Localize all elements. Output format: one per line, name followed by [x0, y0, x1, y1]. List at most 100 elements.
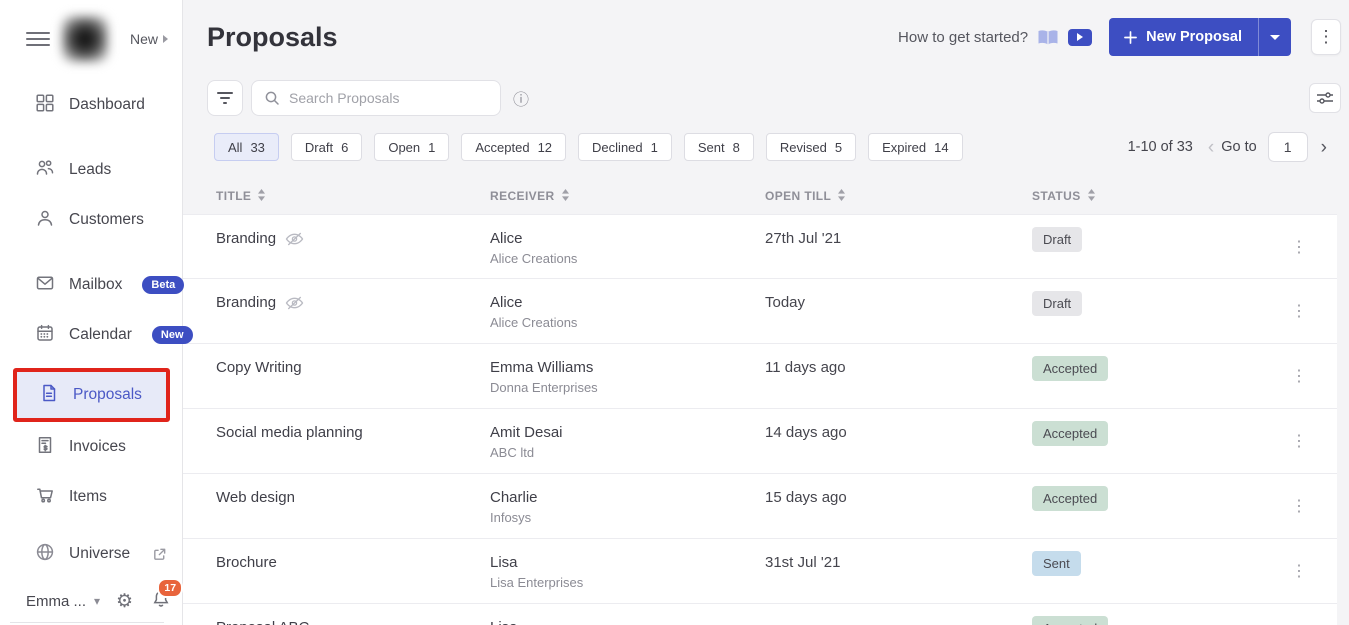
receiver-name: Lisa	[490, 618, 765, 625]
column-header-receiver[interactable]: RECEIVER	[490, 189, 765, 204]
invoices-icon	[35, 435, 55, 460]
pagination-next-icon[interactable]: ›	[1321, 138, 1327, 157]
row-kebab-menu[interactable]: ⋮	[1275, 561, 1323, 581]
goto-page-input[interactable]	[1268, 132, 1308, 162]
table-settings-button[interactable]	[1309, 83, 1341, 113]
status-badge: Accepted	[1032, 616, 1108, 625]
sort-icon	[561, 189, 570, 204]
filter-chip-count: 33	[250, 140, 264, 155]
row-kebab-menu[interactable]: ⋮	[1275, 431, 1323, 451]
chevron-down-icon[interactable]: ▾	[94, 594, 100, 608]
filter-chip-count: 5	[835, 140, 842, 155]
pagination-prev-icon[interactable]: ‹	[1208, 138, 1214, 157]
row-kebab-menu[interactable]: ⋮	[1275, 301, 1323, 321]
status-badge: Accepted	[1032, 421, 1108, 446]
filter-chip[interactable]: Expired 14	[868, 133, 963, 161]
column-header-open-till[interactable]: OPEN TILL	[765, 189, 1032, 204]
filter-chip[interactable]: Open 1	[374, 133, 449, 161]
row-kebab-menu[interactable]: ⋮	[1275, 366, 1323, 386]
sidebar-divider	[10, 622, 164, 623]
table-row[interactable]: Social media planning Amit Desai ABC ltd…	[183, 409, 1337, 474]
row-kebab-menu[interactable]: ⋮	[1275, 237, 1323, 257]
filter-chip-label: Open	[388, 140, 420, 155]
sidebar-item-invoices[interactable]: Invoices	[0, 422, 182, 472]
filter-button[interactable]	[207, 80, 243, 116]
filter-chip[interactable]: Declined 1	[578, 133, 672, 161]
guide-book-icon[interactable]	[1037, 29, 1059, 46]
sidebar-item-mailbox[interactable]: Mailbox Beta	[0, 260, 182, 310]
sort-icon	[1087, 189, 1096, 204]
sidebar-item-label: Proposals	[73, 386, 142, 404]
open-till-value: Today	[765, 279, 1032, 343]
status-badge: Accepted	[1032, 486, 1108, 511]
filter-chip-count: 1	[651, 140, 658, 155]
new-proposal-button[interactable]: New Proposal	[1109, 18, 1258, 56]
table-row[interactable]: Copy Writing Emma Williams Donna Enterpr…	[183, 344, 1337, 409]
table-row[interactable]: Branding Alice Alice Creations 27th Jul …	[183, 214, 1337, 279]
globe-icon	[35, 542, 55, 567]
receiver-company: Donna Enterprises	[490, 380, 765, 396]
search-input[interactable]	[289, 90, 488, 106]
filter-chip-label: Accepted	[475, 140, 529, 155]
column-header-status[interactable]: STATUS	[1032, 189, 1275, 204]
new-proposal-split-button: New Proposal	[1109, 18, 1291, 56]
filter-chip-label: Sent	[698, 140, 725, 155]
row-kebab-menu[interactable]: ⋮	[1275, 496, 1323, 516]
sidebar-item-calendar[interactable]: Calendar New	[0, 310, 182, 360]
proposals-table: TITLE RECEIVER OPEN TILL STATUS Branding	[183, 178, 1337, 625]
new-proposal-dropdown-button[interactable]	[1258, 18, 1291, 56]
receiver-company: Infosys	[490, 510, 765, 526]
filter-chip[interactable]: Sent 8	[684, 133, 754, 161]
filter-chip[interactable]: All 33	[214, 133, 279, 161]
filter-chip[interactable]: Revised 5	[766, 133, 856, 161]
sidebar-item-label: Invoices	[69, 438, 126, 456]
sidebar-item-leads[interactable]: Leads	[0, 145, 182, 195]
mailbox-icon	[35, 273, 55, 298]
table-row[interactable]: Proposal ABC Lisa Accepted ⋮	[183, 604, 1337, 625]
filter-chip-count: 14	[934, 140, 948, 155]
sidebar-item-dashboard[interactable]: Dashboard	[0, 80, 182, 130]
info-icon[interactable]: ⓘ	[513, 86, 529, 110]
filter-chip-label: Draft	[305, 140, 333, 155]
table-body: Branding Alice Alice Creations 27th Jul …	[183, 214, 1337, 625]
video-play-icon[interactable]	[1068, 29, 1092, 46]
sidebar-item-proposals[interactable]: Proposals	[13, 368, 170, 422]
filter-chip[interactable]: Draft 6	[291, 133, 362, 161]
column-header-title[interactable]: TITLE	[216, 189, 490, 204]
sidebar-item-label: Calendar	[69, 326, 132, 344]
hamburger-menu-icon[interactable]	[26, 32, 50, 46]
table-row[interactable]: Web design Charlie Infosys 15 days ago A…	[183, 474, 1337, 539]
header-kebab-menu-button[interactable]: ⋮	[1311, 19, 1341, 55]
table-row[interactable]: Branding Alice Alice Creations Today Dra…	[183, 279, 1337, 344]
column-label: STATUS	[1032, 189, 1081, 203]
open-till-value: 15 days ago	[765, 474, 1032, 538]
bell-icon[interactable]: 17	[151, 589, 171, 613]
customers-icon	[35, 208, 55, 233]
gear-icon[interactable]: ⚙	[116, 592, 133, 611]
table-row[interactable]: Brochure Lisa Lisa Enterprises 31st Jul …	[183, 539, 1337, 604]
receiver-company: ABC ltd	[490, 445, 765, 461]
sidebar-item-items[interactable]: Items	[0, 472, 182, 522]
status-badge: Sent	[1032, 551, 1081, 576]
proposal-title: Social media planning	[216, 423, 363, 443]
sidebar-item-label: Universe	[69, 545, 130, 563]
pagination-range: 1-10 of 33	[1128, 139, 1193, 155]
column-label: OPEN TILL	[765, 189, 831, 203]
plus-icon	[1124, 31, 1137, 44]
filter-chip-count: 12	[538, 140, 552, 155]
open-till-value	[765, 604, 1032, 625]
proposal-title: Copy Writing	[216, 358, 302, 378]
arrow-right-icon	[163, 35, 168, 43]
sidebar-item-customers[interactable]: Customers	[0, 195, 182, 245]
help-text[interactable]: How to get started?	[898, 29, 1028, 46]
sidebar-item-universe[interactable]: Universe	[0, 529, 182, 579]
sidebar-new-link[interactable]: New	[130, 31, 168, 47]
filter-chip-count: 6	[341, 140, 348, 155]
filter-chip[interactable]: Accepted 12	[461, 133, 566, 161]
dashboard-icon	[35, 93, 55, 118]
new-badge: New	[152, 326, 193, 344]
filter-chip-label: All	[228, 140, 242, 155]
user-name[interactable]: Emma ...	[26, 593, 86, 610]
cart-icon	[35, 485, 55, 510]
triangle-down-icon	[1270, 35, 1280, 40]
